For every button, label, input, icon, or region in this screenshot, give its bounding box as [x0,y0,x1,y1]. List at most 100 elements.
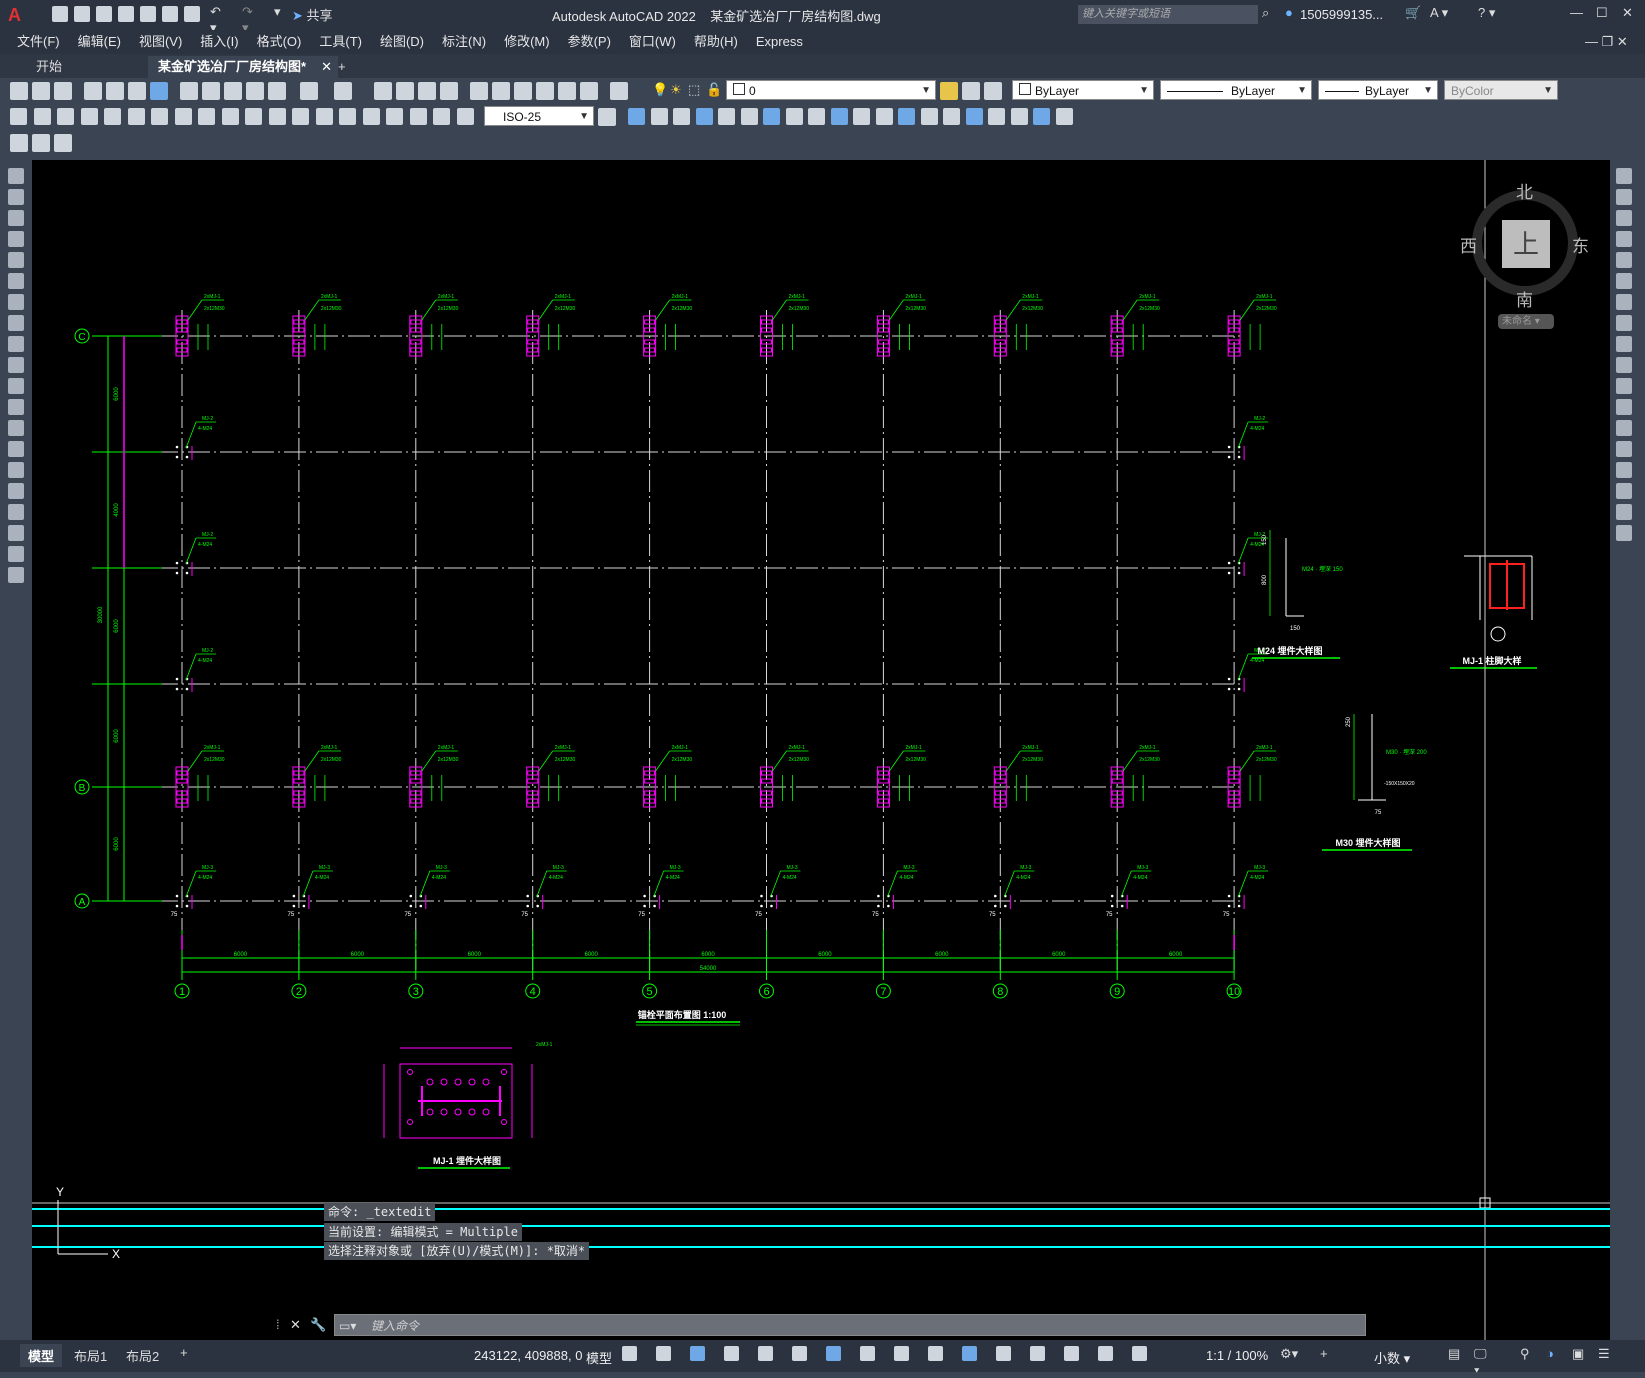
copy-icon[interactable] [202,82,220,100]
menu-file[interactable]: 文件(F) [8,30,69,54]
inspect-icon[interactable] [362,108,380,125]
drawing-canvas[interactable]: 1 2 3 4 5 6 7 8 9 10 C B A 6000 4000 6000 6000 6000 30000 6… [32,160,1610,1340]
offset-icon[interactable] [1616,231,1632,247]
dynamic-ucs-icon[interactable] [996,1346,1011,1361]
layer-walk-icon[interactable] [54,134,72,152]
polygon-icon[interactable] [8,231,24,247]
menu-edit[interactable]: 编辑(E) [69,30,130,54]
snap-icon[interactable] [656,1346,671,1361]
new-icon[interactable] [10,82,28,100]
quickcalc-icon[interactable] [580,82,598,100]
extend-icon[interactable] [1616,378,1632,394]
quick-dim-icon[interactable] [198,108,215,125]
user-icon[interactable]: ● [1285,5,1293,20]
explode-icon[interactable] [965,108,983,125]
cut-icon[interactable] [180,82,198,100]
annotation-scale[interactable]: 1:1 / 100% [1206,1348,1268,1363]
scale-icon[interactable] [785,108,803,125]
search-icon[interactable]: ⌕ [1262,5,1269,21]
publish-icon[interactable] [128,82,146,100]
join-icon[interactable] [898,108,915,125]
clean-screen-icon[interactable]: ▣ [1572,1346,1584,1362]
menu-format[interactable]: 格式(O) [248,30,311,54]
autocad-logo-icon[interactable]: A [8,5,26,25]
line-icon[interactable] [8,168,24,184]
menu-dimension[interactable]: 标注(N) [433,30,495,54]
copy-icon[interactable] [1616,189,1632,205]
block-editor-icon[interactable] [268,82,286,100]
help-icon[interactable]: ? ▾ [1478,5,1495,21]
dim-arc-icon[interactable] [57,108,74,125]
scale-icon[interactable] [1616,315,1632,331]
workspace-gear-icon[interactable]: ⚙▾ [1280,1346,1298,1362]
tolerance-icon[interactable] [315,108,333,125]
layer-states-icon[interactable] [32,134,50,152]
customization-icon[interactable]: ☰ [1598,1346,1610,1362]
layer-previous-icon[interactable] [962,82,980,100]
offset-icon[interactable] [695,108,713,125]
lock-ui-icon[interactable]: 🖵▾ [1474,1346,1487,1378]
close-button[interactable]: ✕ [1622,5,1633,21]
new-icon[interactable] [52,6,68,22]
layer-on-icon[interactable]: 💡 [652,82,668,98]
stretch-icon[interactable] [808,108,825,125]
transparency-icon[interactable] [894,1346,909,1361]
annotation-monitor-icon[interactable]: + [1320,1346,1328,1361]
save-web-icon[interactable] [162,6,178,22]
search-input[interactable]: 键入关键字或短语 [1078,5,1258,24]
erase-icon[interactable] [628,108,645,125]
object-snap-icon[interactable] [826,1346,841,1361]
isolate-objects-icon[interactable]: ⚲ [1520,1346,1530,1362]
tab-active-file[interactable]: 某金矿选冶厂厂房结构图* ✕ [148,56,338,78]
center-mark-icon[interactable] [339,108,356,125]
polyline-icon[interactable] [8,210,24,226]
make-block-icon[interactable] [8,420,24,436]
ortho-icon[interactable] [690,1346,705,1361]
menu-tools[interactable]: 工具(T) [310,30,371,54]
dim-diameter-icon[interactable] [151,108,168,125]
cart-icon[interactable]: 🛒 [1405,5,1421,21]
sheet-set-icon[interactable] [536,82,554,100]
chamfer-icon[interactable] [1616,462,1632,478]
command-input[interactable]: ▭▾ 键入命令 [334,1314,1366,1336]
dim-angular-icon[interactable] [174,108,192,125]
table-icon[interactable] [8,525,24,541]
doc-window-controls[interactable]: — ❐ ✕ [1585,30,1628,54]
chamfer-icon[interactable] [920,108,938,125]
open-icon[interactable] [74,6,90,22]
coordinates[interactable]: 243122, 409888, 0 [474,1348,582,1363]
design-center-icon[interactable] [492,82,510,100]
match-properties-icon[interactable] [246,82,264,100]
user-name[interactable]: 1505999135... [1300,7,1383,22]
layer-manager-icon[interactable] [10,134,28,152]
save-icon[interactable] [96,6,112,22]
maximize-button[interactable]: ☐ [1596,5,1608,21]
help-icon[interactable] [610,82,628,100]
lineweight-icon[interactable] [860,1346,875,1361]
customize-command-icon[interactable]: 🔧 [310,1317,326,1333]
stretch-icon[interactable] [1616,336,1632,352]
zoom-realtime-icon[interactable] [396,82,414,100]
mirror-icon[interactable] [673,108,690,125]
arc-icon[interactable] [8,273,24,289]
dim-ordinate-icon[interactable] [80,108,98,125]
move-icon[interactable] [740,108,758,125]
3d-dwf-icon[interactable] [150,82,168,100]
explode-icon[interactable] [1616,525,1632,541]
trim-icon[interactable] [830,108,848,125]
plotstyle-dropdown[interactable]: ByColor ▼ [1444,80,1558,100]
object-snap-tracking-icon[interactable] [792,1346,807,1361]
spline-icon[interactable] [8,336,24,352]
gizmo-icon[interactable] [1064,1346,1079,1361]
jogged-linear-icon[interactable] [386,108,403,125]
ucs-menu[interactable]: 未命名 ▾ [1498,314,1554,329]
plot-icon[interactable] [184,6,200,22]
menu-express[interactable]: Express [747,30,812,54]
grid-icon[interactable] [622,1346,637,1361]
array-icon[interactable] [1616,252,1632,268]
hardware-acceleration-icon[interactable]: ◑ [1546,1346,1554,1361]
layout-tab-1[interactable]: 布局1 [74,1346,107,1365]
dim-update-icon[interactable] [456,108,474,125]
save-icon[interactable] [54,82,72,100]
dim-text-edit-icon[interactable] [433,108,450,125]
